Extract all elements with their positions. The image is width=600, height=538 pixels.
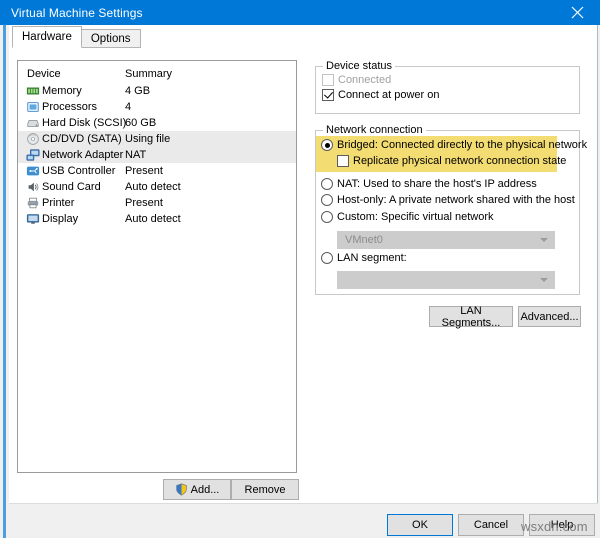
device-name-label: Display: [42, 213, 79, 225]
printer-icon: [27, 197, 39, 209]
uac-shield-icon: [175, 483, 188, 496]
device-summary-cell: Present: [125, 197, 163, 209]
checkbox-box: [322, 89, 334, 101]
device-name-cell: Hard Disk (SCSI): [18, 116, 127, 130]
device-name-cell: CD/DVD (SATA): [18, 132, 123, 146]
device-summary-cell: Auto detect: [125, 213, 181, 225]
radio-custom[interactable]: Custom: Specific virtual network: [321, 211, 494, 223]
device-status-title: Device status: [323, 60, 396, 72]
device-summary-cell: Present: [125, 165, 163, 177]
connected-label: Connected: [338, 74, 392, 86]
device-name-cell: Sound Card: [18, 180, 123, 194]
memory-icon: [26, 87, 40, 95]
radio-lan-segment[interactable]: LAN segment:: [321, 252, 407, 264]
device-name-cell: USB Controller: [18, 164, 123, 178]
network-connection-title: Network connection: [323, 124, 426, 136]
advanced-button[interactable]: Advanced...: [518, 306, 581, 327]
device-name-label: Hard Disk (SCSI): [42, 117, 127, 129]
device-list[interactable]: Device Summary Memory 4 GB Processors 4 Hard…: [17, 60, 297, 473]
radio-bridged-label: Bridged: Connected directly to the physi…: [337, 139, 588, 151]
device-summary-cell: 4 GB: [125, 85, 151, 97]
radio-dot: [321, 211, 333, 223]
connected-checkbox[interactable]: Connected: [322, 74, 391, 86]
device-name-label: Memory: [42, 85, 82, 97]
radio-host-only[interactable]: Host-only: A private network shared with…: [321, 194, 575, 206]
hard-disk-icon: [27, 119, 39, 127]
device-name-label: Sound Card: [42, 181, 101, 193]
device-name-label: Processors: [42, 101, 98, 113]
replicate-label: Replicate physical network connection st…: [353, 155, 567, 167]
add-button-label: Add...: [190, 483, 220, 496]
column-header-device: Device: [27, 67, 61, 80]
ok-button[interactable]: OK: [387, 514, 453, 536]
radio-nat-label: NAT: Used to share the host's IP address: [337, 178, 537, 190]
radio-dot: [321, 139, 333, 151]
device-summary-cell: Using file: [125, 133, 171, 145]
device-summary-cell: NAT: [125, 149, 147, 161]
connect-at-power-on-label: Connect at power on: [338, 89, 440, 101]
device-name-label: CD/DVD (SATA): [42, 133, 122, 145]
lan-segment-dropdown[interactable]: [337, 271, 555, 289]
custom-network-value: VMnet0: [345, 234, 383, 246]
cancel-button[interactable]: Cancel: [458, 514, 524, 536]
tab-options[interactable]: Options: [80, 29, 141, 48]
processor-icon: [27, 102, 39, 112]
virtual-machine-settings-dialog: Virtual Machine Settings Hardware Option…: [0, 0, 600, 538]
display-icon: [26, 214, 40, 224]
device-summary-cell: 4: [125, 101, 132, 113]
chevron-down-icon: [540, 238, 548, 242]
replicate-physical-state-checkbox[interactable]: Replicate physical network connection st…: [337, 155, 566, 167]
device-list-rows: Memory 4 GB Processors 4 Hard Disk (SCSI) 60 …: [18, 83, 296, 227]
remove-button[interactable]: Remove: [231, 479, 299, 500]
device-name-cell: Processors: [18, 100, 123, 114]
device-name-cell: Printer: [18, 196, 123, 210]
lan-segments-button[interactable]: LAN Segments...: [429, 305, 513, 329]
device-row[interactable]: Hard Disk (SCSI) 60 GB: [18, 115, 296, 131]
device-name-label: USB Controller: [42, 165, 116, 177]
radio-host-only-label: Host-only: A private network shared with…: [337, 194, 575, 206]
radio-dot: [321, 178, 333, 190]
chevron-down-icon: [540, 278, 548, 282]
connect-at-power-on-checkbox[interactable]: Connect at power on: [322, 89, 440, 101]
radio-dot: [321, 194, 333, 206]
close-icon[interactable]: [554, 0, 600, 25]
custom-network-dropdown[interactable]: VMnet0: [337, 231, 555, 249]
device-name-label: Printer: [42, 197, 75, 209]
sound-card-icon: [28, 182, 39, 192]
tab-hardware[interactable]: Hardware: [12, 26, 82, 48]
watermark: wsxdn.com: [521, 519, 588, 534]
radio-lan-segment-label: LAN segment:: [337, 252, 407, 264]
radio-bridged[interactable]: Bridged: Connected directly to the physi…: [321, 139, 587, 151]
device-name-cell: Memory: [18, 84, 123, 98]
device-row[interactable]: Network Adapter NAT: [18, 147, 296, 163]
left-accent-strip: [3, 25, 6, 538]
device-summary-cell: Auto detect: [125, 181, 181, 193]
radio-dot: [321, 252, 333, 264]
device-row[interactable]: Sound Card Auto detect: [18, 179, 296, 195]
network-adapter-icon: [26, 149, 40, 161]
device-list-header: Device Summary: [18, 61, 296, 83]
cd-dvd-icon: [27, 133, 39, 145]
device-summary-cell: 60 GB: [125, 117, 157, 129]
device-name-cell: Network Adapter: [18, 148, 123, 162]
radio-custom-label: Custom: Specific virtual network: [337, 211, 494, 223]
add-button[interactable]: Add...: [163, 479, 231, 500]
tab-strip: Hardware Options: [12, 26, 141, 48]
device-row[interactable]: Display Auto detect: [18, 211, 296, 227]
checkbox-box: [337, 155, 349, 167]
column-header-summary: Summary: [125, 67, 173, 80]
device-row[interactable]: CD/DVD (SATA) Using file: [18, 131, 296, 147]
device-name-cell: Display: [18, 212, 123, 226]
usb-controller-icon: [26, 166, 40, 176]
device-row[interactable]: Memory 4 GB: [18, 83, 296, 99]
title-bar: Virtual Machine Settings: [0, 0, 600, 25]
device-name-label: Network Adapter: [42, 149, 124, 161]
device-row[interactable]: Printer Present: [18, 195, 296, 211]
checkbox-box: [322, 74, 334, 86]
device-row[interactable]: Processors 4: [18, 99, 296, 115]
window-title: Virtual Machine Settings: [11, 5, 143, 20]
device-row[interactable]: USB Controller Present: [18, 163, 296, 179]
radio-nat[interactable]: NAT: Used to share the host's IP address: [321, 178, 537, 190]
